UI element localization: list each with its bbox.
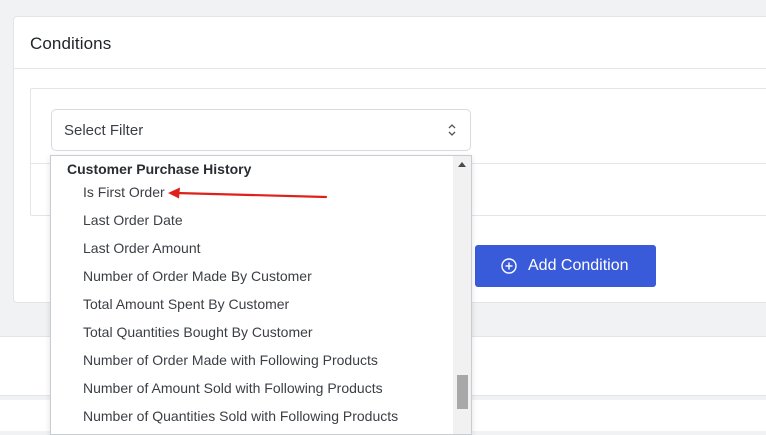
plus-circle-icon bbox=[501, 258, 517, 274]
card-header: Conditions bbox=[14, 17, 766, 69]
scroll-up-arrow-icon[interactable] bbox=[458, 162, 466, 167]
card-title: Conditions bbox=[30, 34, 112, 53]
add-condition-label: Add Condition bbox=[528, 257, 629, 274]
option-orders-with-products[interactable]: Number of Order Made with Following Prod… bbox=[51, 346, 454, 374]
option-number-of-order[interactable]: Number of Order Made By Customer bbox=[51, 262, 454, 290]
scroll-thumb[interactable] bbox=[457, 375, 468, 409]
optgroup-label: Customer Purchase History bbox=[67, 161, 252, 177]
dropdown-scrollbar[interactable] bbox=[453, 156, 471, 434]
option-amount-with-products[interactable]: Number of Amount Sold with Following Pro… bbox=[51, 374, 454, 402]
filter-select-value: Select Filter bbox=[64, 122, 144, 139]
chevron-up-down-icon bbox=[448, 124, 456, 136]
option-last-order-amount[interactable]: Last Order Amount bbox=[51, 234, 454, 262]
option-quantities-with-products[interactable]: Number of Quantities Sold with Following… bbox=[51, 402, 454, 430]
red-arrow-annotation bbox=[168, 187, 328, 199]
dropdown-options: Is First Order Last Order Date Last Orde… bbox=[51, 178, 454, 430]
add-condition-button[interactable]: Add Condition bbox=[475, 245, 656, 287]
option-total-amount-spent[interactable]: Total Amount Spent By Customer bbox=[51, 290, 454, 318]
option-last-order-date[interactable]: Last Order Date bbox=[51, 206, 454, 234]
filter-select[interactable]: Select Filter bbox=[51, 109, 471, 151]
option-total-quantities-bought[interactable]: Total Quantities Bought By Customer bbox=[51, 318, 454, 346]
